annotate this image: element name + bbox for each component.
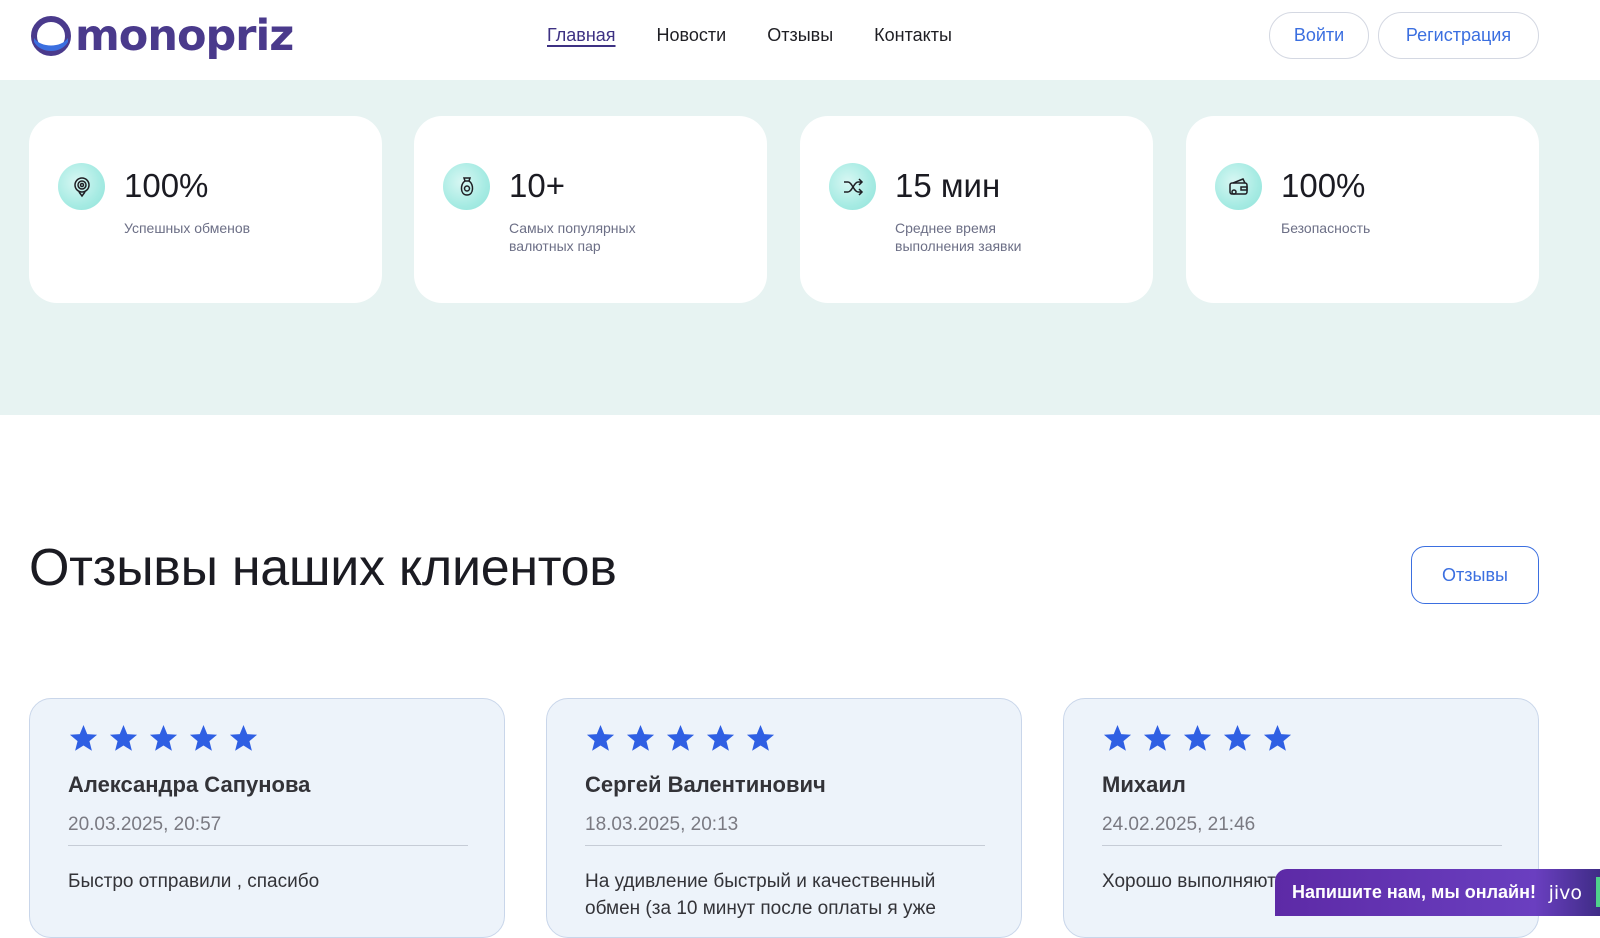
register-button[interactable]: Регистрация bbox=[1378, 12, 1539, 59]
wallet-icon bbox=[1215, 163, 1262, 210]
chat-label: Напишите нам, мы онлайн! bbox=[1292, 882, 1536, 902]
review-date: 24.02.2025, 21:46 bbox=[1102, 814, 1256, 835]
reviews-button[interactable]: Отзывы bbox=[1411, 546, 1539, 604]
coin-bag-icon bbox=[443, 163, 490, 210]
stat-label: Безопасность bbox=[1281, 220, 1371, 236]
reviewer-name: Михаил bbox=[1102, 772, 1186, 797]
divider bbox=[68, 845, 468, 846]
rating-stars bbox=[68, 723, 259, 754]
star-icon bbox=[1223, 724, 1252, 751]
rating-stars bbox=[1102, 723, 1293, 754]
logo[interactable]: monopriz bbox=[31, 10, 294, 61]
review-card: Александра Сапунова 20.03.2025, 20:57 Бы… bbox=[29, 698, 505, 938]
star-icon bbox=[1263, 724, 1292, 751]
review-text: Быстро отправили , спасибо bbox=[68, 871, 320, 892]
stat-value: 15 мин bbox=[895, 167, 1001, 204]
stat-value: 100% bbox=[124, 167, 209, 204]
section-title: Отзывы наших клиентов bbox=[29, 539, 617, 597]
star-icon bbox=[586, 724, 615, 751]
star-icon bbox=[1183, 724, 1212, 751]
stat-label: Успешных обменов bbox=[124, 220, 251, 236]
login-button[interactable]: Войти bbox=[1269, 12, 1369, 59]
chat-brand: jivo bbox=[1548, 882, 1582, 904]
nav-item-reviews[interactable]: Отзывы bbox=[767, 24, 833, 48]
logo-mark-icon bbox=[31, 16, 71, 56]
star-icon bbox=[149, 724, 178, 751]
review-text: На удивление быстрый и качественный обме… bbox=[585, 871, 936, 919]
badge-icon bbox=[58, 163, 105, 210]
stat-value: 100% bbox=[1281, 167, 1366, 204]
nav-item-home[interactable]: Главная bbox=[547, 24, 616, 48]
star-icon bbox=[746, 724, 775, 751]
review-date: 20.03.2025, 20:57 bbox=[68, 814, 222, 835]
nav-item-contacts[interactable]: Контакты bbox=[874, 24, 952, 48]
stat-value: 10+ bbox=[509, 167, 565, 204]
stat-card: 10+ Самых популярных валютных пар bbox=[414, 116, 767, 303]
star-icon bbox=[1103, 724, 1132, 751]
star-icon bbox=[229, 724, 258, 751]
stat-card: 15 мин Среднее время выполнения заявки bbox=[800, 116, 1153, 303]
review-card: Сергей Валентинович 18.03.2025, 20:13 На… bbox=[546, 698, 1022, 938]
stat-card: 100% Успешных обменов bbox=[29, 116, 382, 303]
stats-band: 100% Успешных обменов 10+ Самых популярн… bbox=[0, 80, 1600, 415]
shuffle-icon bbox=[829, 163, 876, 210]
reviewer-name: Сергей Валентинович bbox=[585, 772, 826, 797]
site-header: monopriz Главная Новости Отзывы Контакты… bbox=[0, 0, 1600, 80]
reviewer-name: Александра Сапунова bbox=[68, 772, 311, 797]
star-icon bbox=[626, 724, 655, 751]
stat-label: Самых популярных валютных пар bbox=[509, 220, 636, 254]
nav-item-news[interactable]: Новости bbox=[657, 24, 727, 48]
star-icon bbox=[109, 724, 138, 751]
logo-text: monopriz bbox=[75, 10, 294, 61]
star-icon bbox=[706, 724, 735, 751]
divider bbox=[585, 845, 985, 846]
stat-card: 100% Безопасность bbox=[1186, 116, 1539, 303]
rating-stars bbox=[585, 723, 776, 754]
star-icon bbox=[69, 724, 98, 751]
chat-widget[interactable]: Напишите нам, мы онлайн! jivo bbox=[1275, 869, 1600, 916]
review-date: 18.03.2025, 20:13 bbox=[585, 814, 739, 835]
divider bbox=[1102, 845, 1502, 846]
stat-label: Среднее время выполнения заявки bbox=[895, 220, 1022, 254]
star-icon bbox=[666, 724, 695, 751]
main-nav: Главная Новости Отзывы Контакты bbox=[547, 24, 993, 48]
star-icon bbox=[189, 724, 218, 751]
online-indicator bbox=[1596, 877, 1600, 907]
star-icon bbox=[1143, 724, 1172, 751]
